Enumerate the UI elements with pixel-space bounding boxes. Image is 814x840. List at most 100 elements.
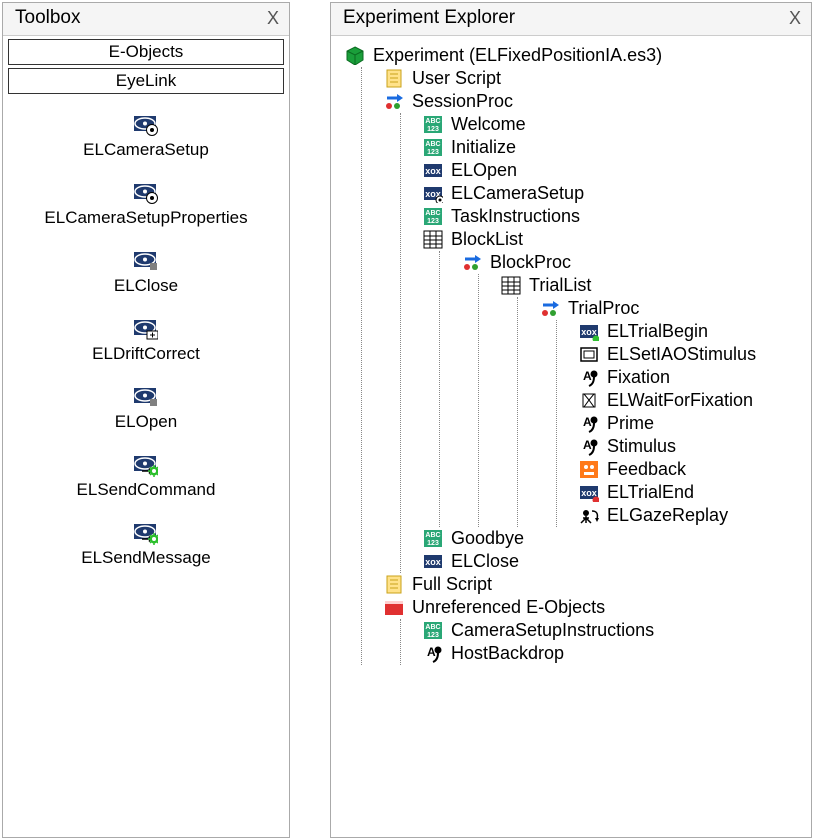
eye-sq-icon [134, 252, 158, 272]
xox-dot-icon [421, 184, 445, 204]
list-icon [499, 276, 523, 296]
tree-node: User Script [382, 67, 805, 90]
tool-item-eldriftcorrect[interactable]: ELDriftCorrect [92, 320, 200, 364]
tree-item-label: Initialize [451, 137, 516, 158]
toolbox-close-icon[interactable]: X [267, 8, 279, 29]
tab-eobjects[interactable]: E-Objects [8, 39, 284, 65]
tree-node: Prime [577, 412, 805, 435]
tool-item-label: ELSendMessage [81, 548, 210, 568]
tool-item-elclose[interactable]: ELClose [114, 252, 178, 296]
folder-red-icon [382, 598, 406, 618]
tree-item-elcamerasetup[interactable]: ELCameraSetup [421, 182, 805, 205]
experiment-explorer-panel: Experiment Explorer X Experiment (ELFixe… [330, 2, 812, 838]
tree-item-unreferenced-e-objects[interactable]: Unreferenced E-Objects [382, 596, 805, 619]
tree-item-trialproc[interactable]: TrialProc [538, 297, 805, 320]
abc-icon [421, 621, 445, 641]
tree-children: TrialProcELTrialBeginELSetIAOStimulusFix… [517, 297, 805, 527]
an-icon [577, 437, 601, 457]
tree-node: ELGazeReplay [577, 504, 805, 527]
tree-item-sessionproc[interactable]: SessionProc [382, 90, 805, 113]
tree-children: User ScriptSessionProcWelcomeInitializeE… [361, 67, 805, 665]
an-icon [577, 414, 601, 434]
tree-item-hostbackdrop[interactable]: HostBackdrop [421, 642, 805, 665]
tree-item-triallist[interactable]: TrialList [499, 274, 805, 297]
tree-item-goodbye[interactable]: Goodbye [421, 527, 805, 550]
tree-item-label: ELTrialBegin [607, 321, 708, 342]
tree-node: Welcome [421, 113, 805, 136]
tool-item-label: ELOpen [115, 412, 177, 432]
tool-item-label: ELClose [114, 276, 178, 296]
toolbox-title: Toolbox [15, 7, 81, 29]
abc-icon [421, 529, 445, 549]
tree-node: HostBackdrop [421, 642, 805, 665]
xox-green-icon [577, 322, 601, 342]
tree-children: WelcomeInitializeELOpenELCameraSetupTask… [400, 113, 805, 573]
tab-eyelink[interactable]: EyeLink [8, 68, 284, 94]
abc-icon [421, 115, 445, 135]
tool-item-elsendcommand[interactable]: ELSendCommand [77, 456, 216, 500]
tree-item-welcome[interactable]: Welcome [421, 113, 805, 136]
tree-item-user-script[interactable]: User Script [382, 67, 805, 90]
tree-item-label: ELCameraSetup [451, 183, 584, 204]
eye-drift-icon [134, 320, 158, 340]
script-icon [382, 69, 406, 89]
tree-item-label: SessionProc [412, 91, 513, 112]
tree-item-elwaitforfixation[interactable]: ELWaitForFixation [577, 389, 805, 412]
tree-item-elopen[interactable]: ELOpen [421, 159, 805, 182]
tree-item-label: TrialList [529, 275, 591, 296]
hourglass-icon [577, 391, 601, 411]
tree-item-blockproc[interactable]: BlockProc [460, 251, 805, 274]
tree-item-full-script[interactable]: Full Script [382, 573, 805, 596]
abc-icon [421, 138, 445, 158]
tool-item-label: ELSendCommand [77, 480, 216, 500]
list-icon [421, 230, 445, 250]
tree-item-eltrialend[interactable]: ELTrialEnd [577, 481, 805, 504]
tree-item-initialize[interactable]: Initialize [421, 136, 805, 159]
tree-item-eltrialbegin[interactable]: ELTrialBegin [577, 320, 805, 343]
tree-item-feedback[interactable]: Feedback [577, 458, 805, 481]
eye-dot-icon [134, 116, 158, 136]
tree-item-taskinstructions[interactable]: TaskInstructions [421, 205, 805, 228]
toolbox-items: ELCameraSetup ELCameraSetupProperties ELCl… [3, 94, 289, 568]
tree-item-blocklist[interactable]: BlockList [421, 228, 805, 251]
tree-item-elgazereplay[interactable]: ELGazeReplay [577, 504, 805, 527]
tree-node: BlockListBlockProcTrialListTrialProcELTr… [421, 228, 805, 527]
an-icon [577, 368, 601, 388]
tree-children: BlockProcTrialListTrialProcELTrialBeginE… [439, 251, 805, 527]
explorer-close-icon[interactable]: X [789, 8, 801, 29]
tree-children: CameraSetupInstructionsHostBackdrop [400, 619, 805, 665]
tree-item-prime[interactable]: Prime [577, 412, 805, 435]
tool-item-label: ELCameraSetup [83, 140, 209, 160]
tool-item-elcamerasetupproperties[interactable]: ELCameraSetupProperties [44, 184, 247, 228]
tree-node: TrialListTrialProcELTrialBeginELSetIAOSt… [499, 274, 805, 527]
tree-node: ELTrialBegin [577, 320, 805, 343]
tree-node: ELOpen [421, 159, 805, 182]
tree-item-label: Prime [607, 413, 654, 434]
tree-item-label: Unreferenced E-Objects [412, 597, 605, 618]
tree-item-label: User Script [412, 68, 501, 89]
proc-icon [538, 299, 562, 319]
tree-item-label: Experiment (ELFixedPositionIA.es3) [373, 45, 662, 66]
tree-node: SessionProcWelcomeInitializeELOpenELCame… [382, 90, 805, 573]
tree-item-label: BlockProc [490, 252, 571, 273]
tree-node: Stimulus [577, 435, 805, 458]
tree-item-label: Feedback [607, 459, 686, 480]
cube-icon [343, 46, 367, 66]
an-icon [421, 644, 445, 664]
tree-item-label: ELGazeReplay [607, 505, 728, 526]
tree-item-camerasetupinstructions[interactable]: CameraSetupInstructions [421, 619, 805, 642]
tree-item-label: Welcome [451, 114, 526, 135]
tree-item-label: ELSetIAOStimulus [607, 344, 756, 365]
tree-node: ELTrialEnd [577, 481, 805, 504]
tree-item-stimulus[interactable]: Stimulus [577, 435, 805, 458]
tree-item-elsetiaostimulus[interactable]: ELSetIAOStimulus [577, 343, 805, 366]
tool-item-elcamerasetup[interactable]: ELCameraSetup [83, 116, 209, 160]
tree-item-experiment-elfixedpositionia-es3-[interactable]: Experiment (ELFixedPositionIA.es3) [343, 44, 805, 67]
tree-node: Full Script [382, 573, 805, 596]
tree-item-label: ELTrialEnd [607, 482, 694, 503]
tree-item-fixation[interactable]: Fixation [577, 366, 805, 389]
tool-item-elopen[interactable]: ELOpen [115, 388, 177, 432]
tree-node: ELSetIAOStimulus [577, 343, 805, 366]
tool-item-elsendmessage[interactable]: ELSendMessage [81, 524, 210, 568]
tree-item-elclose[interactable]: ELClose [421, 550, 805, 573]
